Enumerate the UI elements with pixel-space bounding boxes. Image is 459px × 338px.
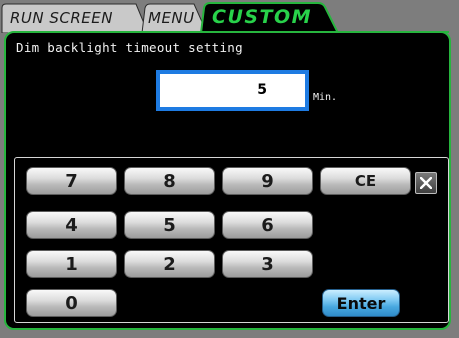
close-button[interactable] [415,172,437,194]
unit-label: Min. [313,92,338,103]
key-1[interactable]: 1 [26,250,117,278]
tab-bar: Run screen Menu Custom [0,0,459,33]
key-2[interactable]: 2 [124,250,215,278]
key-0[interactable]: 0 [26,289,117,317]
tab-menu[interactable]: Menu [148,6,195,30]
setting-title: Dim backlight timeout setting [16,40,243,55]
timeout-value-field[interactable]: 5 [156,70,309,111]
key-3[interactable]: 3 [222,250,313,278]
close-icon [420,177,432,189]
key-9[interactable]: 9 [222,167,313,195]
key-5[interactable]: 5 [124,211,215,239]
key-8[interactable]: 8 [124,167,215,195]
tab-run-screen[interactable]: Run screen [10,6,113,30]
key-7[interactable]: 7 [26,167,117,195]
key-4[interactable]: 4 [26,211,117,239]
key-ce[interactable]: CE [320,167,411,195]
key-6[interactable]: 6 [222,211,313,239]
enter-button[interactable]: Enter [322,289,400,317]
tab-custom[interactable]: Custom [212,5,312,29]
